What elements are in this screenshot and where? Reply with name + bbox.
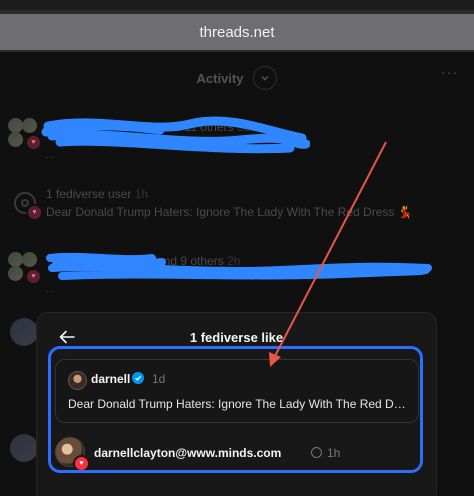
avatar <box>22 252 37 267</box>
avatar <box>8 252 23 267</box>
address-bar[interactable]: threads.net <box>0 14 474 50</box>
activity-snippet: Dear Donald Trump Haters: Ignore The Lad… <box>46 205 413 219</box>
annotation-highlight-box <box>48 346 423 473</box>
chevron-down-icon <box>261 76 269 81</box>
activity-actors-text: and 9 others <box>157 254 224 268</box>
activity-actors: and 9 others 2h <box>157 254 240 268</box>
avatar <box>10 434 38 462</box>
avatar <box>22 118 37 133</box>
avatar <box>8 266 23 281</box>
heart-icon: ♥ <box>25 134 42 151</box>
activity-actors-text: and 11 others <box>161 120 234 134</box>
browser-chrome: threads.net <box>0 0 474 52</box>
activity-time: 1h <box>134 187 149 201</box>
activity-time: 33m <box>236 120 261 134</box>
activity-actors-text: 1 fediverse user <box>46 187 132 201</box>
avatar <box>8 118 23 133</box>
address-bar-url: threads.net <box>199 23 275 41</box>
activity-header: Activity <box>0 60 474 96</box>
page-title: Activity <box>196 70 244 86</box>
modal-title: 1 fediverse like <box>189 329 284 345</box>
activity-snippet: ... <box>46 150 55 161</box>
more-icon[interactable]: ··· <box>441 64 458 80</box>
avatar <box>8 132 23 147</box>
activity-actors: 1 fediverse user 1h <box>46 187 148 201</box>
activity-filter-button[interactable] <box>253 66 278 90</box>
row1-avatars: ♥ <box>8 116 42 151</box>
modal-header: 1 fediverse like <box>37 327 436 347</box>
activity-actors: and 11 others 33m <box>161 120 260 134</box>
heart-icon: ♥ <box>26 204 43 221</box>
activity-snippet: ... <box>46 284 55 295</box>
heart-icon: ♥ <box>25 268 42 285</box>
activity-time: 2h <box>227 254 241 268</box>
row3-avatars: ♥ <box>8 250 42 285</box>
avatar <box>10 318 38 346</box>
